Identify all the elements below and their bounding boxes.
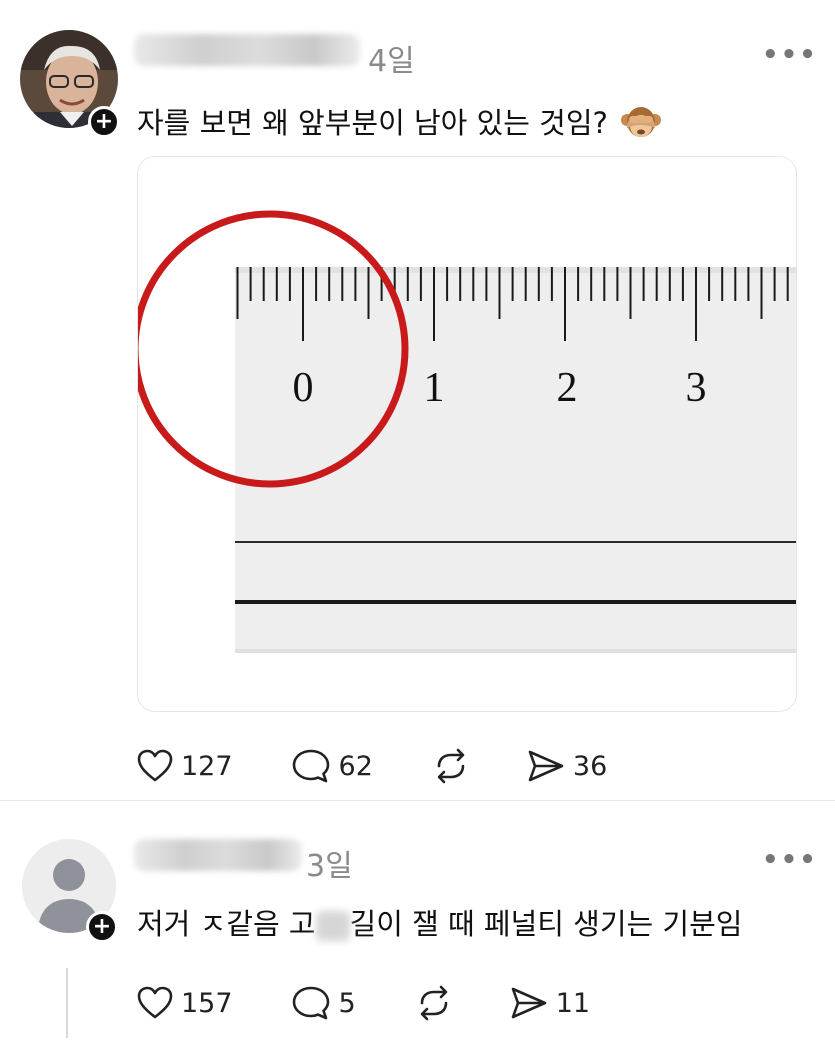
reply-author-avatar[interactable]: + — [22, 839, 118, 943]
comment-icon — [292, 749, 329, 783]
like-button[interactable]: 157 — [137, 986, 233, 1020]
see-no-evil-monkey-icon — [621, 104, 662, 147]
reply-text-before: 저거 ㅈ같음 고 — [137, 907, 316, 941]
share-count: 11 — [555, 987, 591, 1019]
ruler-label-0: 0 — [293, 365, 314, 411]
more-options-icon[interactable]: ••• — [762, 40, 818, 70]
reply-count: 62 — [338, 750, 373, 782]
share-button[interactable]: 36 — [527, 749, 607, 783]
post-text-body: 자를 보면 왜 앞부분이 남아 있는 것임? — [137, 106, 608, 140]
ruler-image: 0 1 2 3 — [138, 157, 796, 711]
reply-time: 3일 — [306, 849, 353, 884]
post: + 4일 ••• 자를 보면 왜 앞부분이 남아 있는 것임? 0 1 2 3 … — [0, 0, 835, 800]
post-time: 4일 — [368, 44, 415, 79]
censored-word — [315, 911, 350, 941]
share-count: 36 — [572, 750, 608, 782]
ruler-label-3: 3 — [686, 365, 707, 411]
ruler-label-1: 1 — [424, 365, 445, 411]
heart-icon — [137, 749, 173, 782]
repost-icon — [420, 985, 448, 1021]
follow-plus-icon[interactable]: + — [88, 106, 120, 138]
repost-icon — [437, 748, 465, 784]
send-icon — [528, 750, 564, 782]
like-count: 157 — [181, 987, 233, 1019]
send-icon — [511, 987, 547, 1019]
reply-text-after: 길이 잴 때 페널티 생기는 기분임 — [349, 907, 743, 941]
thread-line — [66, 968, 68, 1038]
reply-count: 5 — [338, 987, 356, 1019]
post-image[interactable]: 0 1 2 3 — [137, 156, 797, 712]
reply-username-redacted[interactable] — [134, 839, 302, 871]
reply-button[interactable]: 62 — [291, 748, 373, 784]
ruler-label-2: 2 — [557, 365, 578, 411]
post-actions: 127 62 36 — [137, 748, 665, 784]
username-redacted[interactable] — [134, 34, 360, 66]
reply-text: 저거 ㅈ같음 고 길이 잴 때 페널티 생기는 기분임 — [137, 901, 742, 943]
follow-plus-icon[interactable]: + — [86, 911, 118, 943]
author-avatar[interactable]: + — [20, 30, 120, 138]
share-button[interactable]: 11 — [510, 986, 590, 1020]
heart-icon — [137, 986, 173, 1019]
like-count: 127 — [181, 750, 233, 782]
post-text: 자를 보면 왜 앞부분이 남아 있는 것임? — [137, 100, 662, 147]
reply-post: + 3일 ••• 저거 ㅈ같음 고 길이 잴 때 페널티 생기는 기분임 157 … — [0, 801, 835, 1042]
reply-actions: 157 5 11 — [137, 985, 648, 1021]
repost-button[interactable] — [431, 748, 471, 784]
repost-button[interactable] — [414, 985, 454, 1021]
comment-icon — [292, 986, 329, 1020]
reply-button[interactable]: 5 — [291, 985, 356, 1021]
reply-more-options-icon[interactable]: ••• — [762, 845, 818, 875]
like-button[interactable]: 127 — [137, 749, 233, 783]
